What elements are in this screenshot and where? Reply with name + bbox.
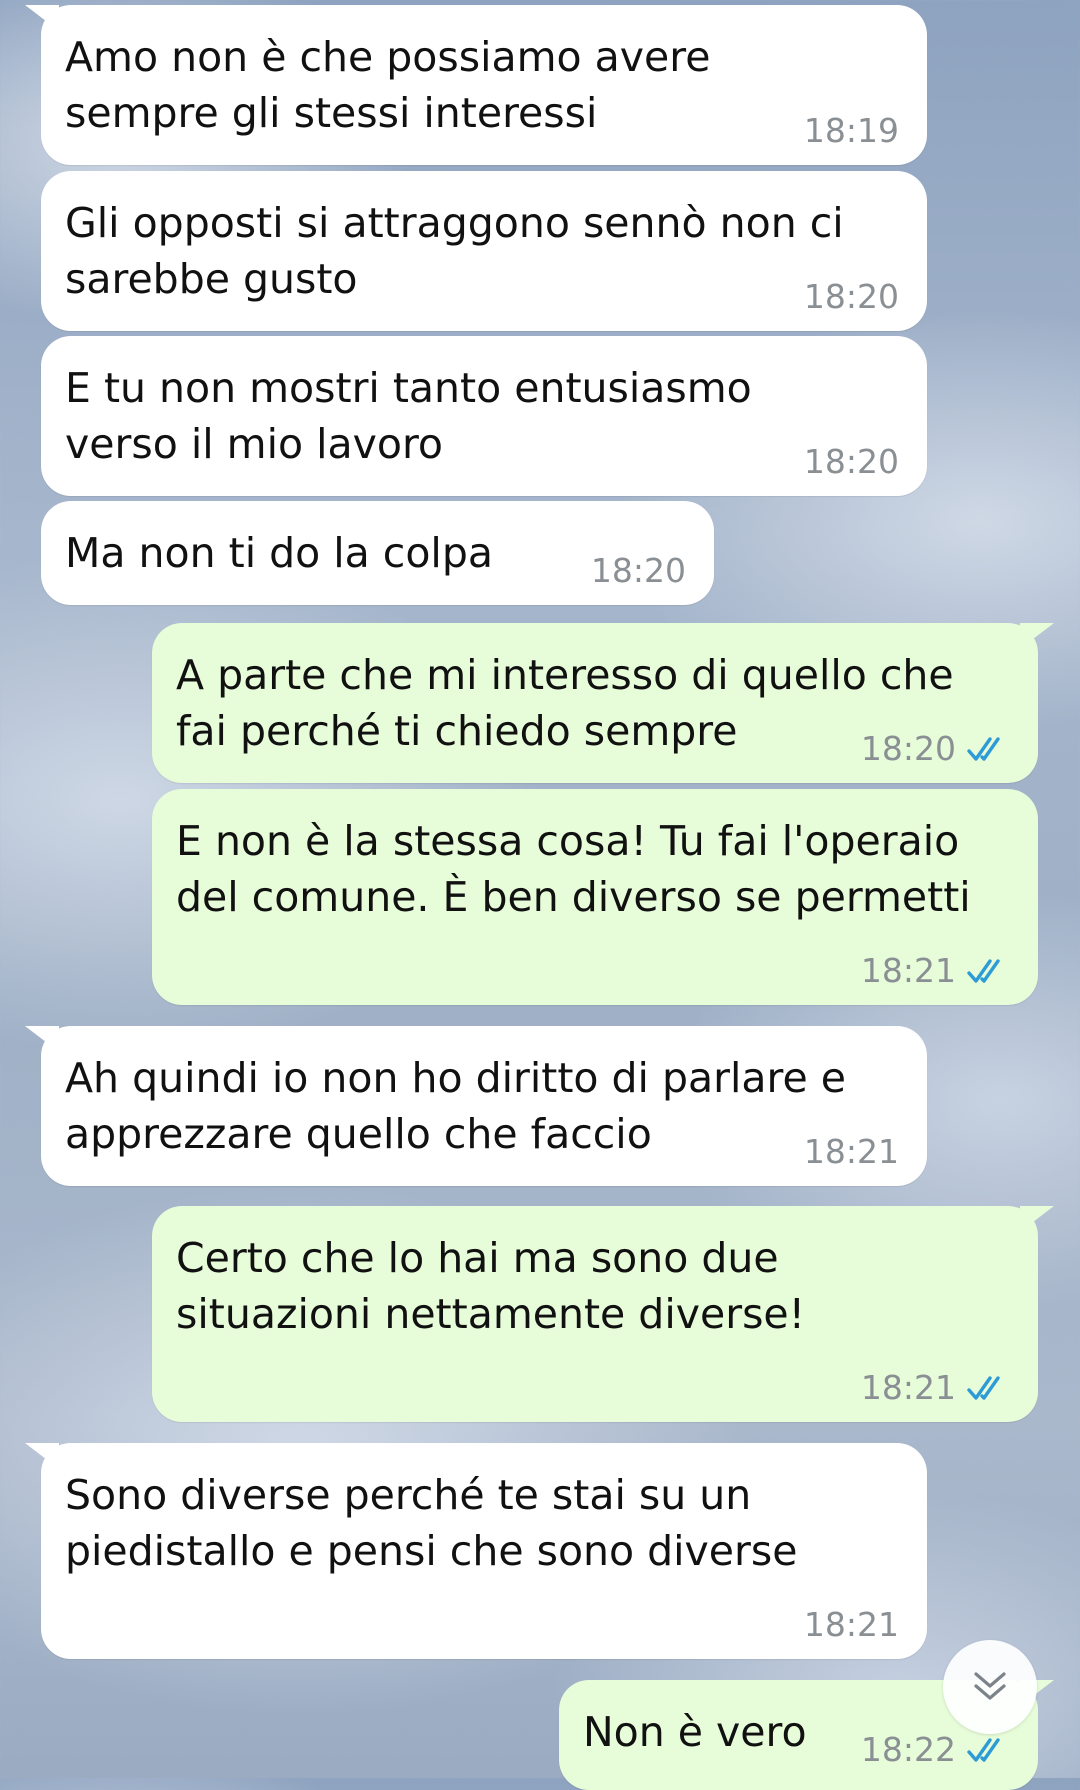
read-receipt-icon (967, 1376, 1000, 1400)
message-time: 18:20 (803, 442, 899, 481)
message-bubble-outgoing[interactable]: E non è la stessa cosa! Tu fai l'operaio… (152, 789, 1038, 1005)
message-bubble-outgoing[interactable]: A parte che mi interesso di quello che f… (152, 623, 1038, 783)
message-meta: 18:21 (861, 951, 1010, 991)
message-time: 18:21 (860, 951, 956, 990)
message-time: 18:20 (860, 729, 956, 768)
message-time: 18:22 (860, 1730, 956, 1769)
double-chevron-down-icon (974, 1672, 1006, 1700)
message-text: Sono diverse perché te stai su un piedis… (65, 1471, 798, 1575)
message-text: Gli opposti si attraggono sennò non ci s… (65, 199, 844, 303)
message-text: E tu non mostri tanto entusiasmo verso i… (65, 364, 752, 468)
message-time: 18:21 (803, 1605, 899, 1644)
scroll-to-bottom-button[interactable] (943, 1640, 1037, 1734)
read-receipt-icon (967, 737, 1000, 761)
message-time: 18:19 (803, 111, 899, 150)
message-time: 18:20 (590, 551, 686, 590)
read-receipt-icon (967, 959, 1000, 983)
message-text: Certo che lo hai ma sono due situazioni … (176, 1234, 806, 1338)
message-text: E non è la stessa cosa! Tu fai l'operaio… (176, 817, 971, 921)
message-meta: 18:21 (861, 1368, 1010, 1408)
message-bubble-outgoing[interactable]: Certo che lo hai ma sono due situazioni … (152, 1206, 1038, 1422)
message-bubble-incoming[interactable]: Gli opposti si attraggono sennò non ci s… (41, 171, 927, 331)
message-bubble-incoming[interactable]: E tu non mostri tanto entusiasmo verso i… (41, 336, 927, 496)
message-bubble-incoming[interactable]: Amo non è che possiamo avere sempre gli … (41, 5, 927, 165)
message-bubble-incoming[interactable]: Ah quindi io non ho diritto di parlare e… (41, 1026, 927, 1186)
message-time: 18:21 (860, 1368, 956, 1407)
message-meta: 18:21 (804, 1605, 899, 1645)
read-receipt-icon (967, 1738, 1000, 1762)
message-bubble-incoming[interactable]: Sono diverse perché te stai su un piedis… (41, 1443, 927, 1659)
message-text: Ah quindi io non ho diritto di parlare e… (65, 1054, 846, 1158)
message-meta: 18:20 (804, 442, 899, 482)
message-time: 18:20 (803, 277, 899, 316)
message-text: Amo non è che possiamo avere sempre gli … (65, 33, 711, 137)
message-meta: 18:20 (804, 277, 899, 317)
message-meta: 18:19 (804, 111, 899, 151)
message-time: 18:21 (803, 1132, 899, 1171)
message-meta: 18:22 (861, 1730, 1010, 1770)
message-bubble-incoming[interactable]: Ma non ti do la colpa 18:20 (41, 501, 714, 605)
message-meta: 18:21 (804, 1132, 899, 1172)
message-meta: 18:20 (591, 551, 686, 591)
message-meta: 18:20 (861, 729, 1010, 769)
